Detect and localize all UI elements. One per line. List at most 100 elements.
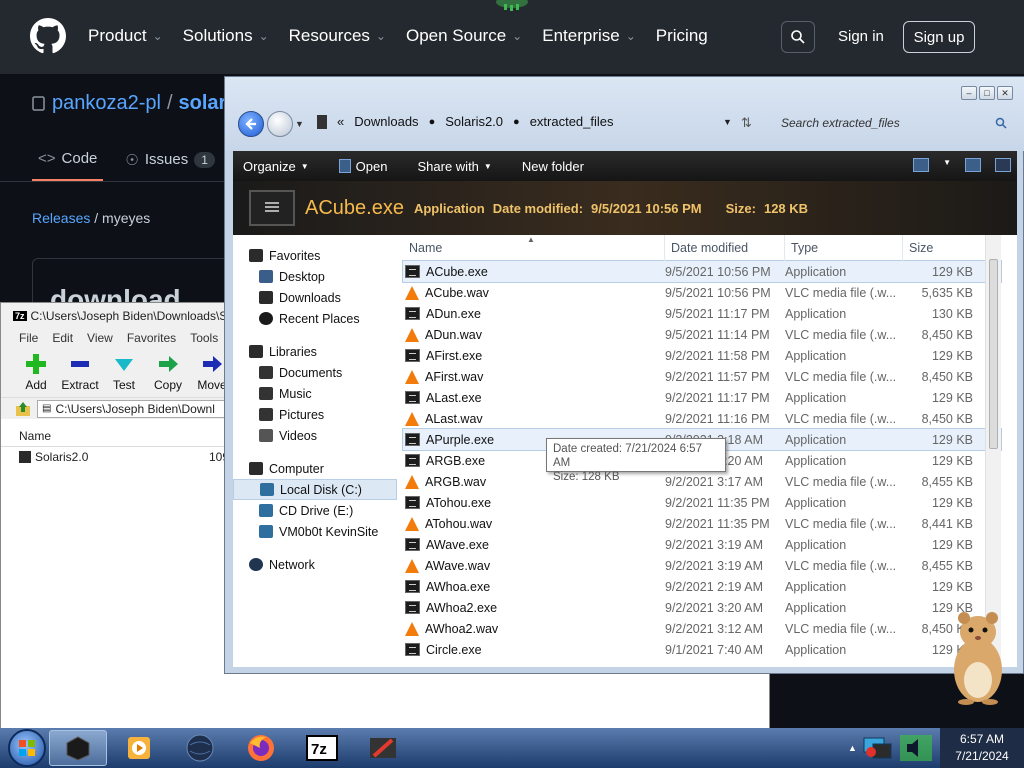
nav-network[interactable]: Network <box>233 554 397 575</box>
nav-recent-places[interactable]: Recent Places <box>233 308 397 329</box>
vlc-file-icon <box>405 411 419 426</box>
nav-libraries[interactable]: Libraries <box>233 341 397 362</box>
up-folder-icon[interactable] <box>15 401 31 417</box>
sign-in-link[interactable]: Sign in <box>838 28 884 45</box>
table-row[interactable]: ADun.wav 9/5/2021 11:14 PM VLC media file … <box>403 324 1001 345</box>
repo-owner-link[interactable]: pankoza2-pl <box>52 92 161 115</box>
close-button[interactable]: ✕ <box>997 86 1013 100</box>
table-row[interactable]: ATohou.wav 9/2/2021 11:35 PM VLC media fil… <box>403 513 1001 534</box>
refresh-icon[interactable]: ⇅ <box>741 115 752 131</box>
nav-local-disk[interactable]: Local Disk (C:) <box>233 479 397 500</box>
search-button[interactable] <box>781 21 815 53</box>
back-button[interactable] <box>238 111 264 137</box>
table-row[interactable]: AWave.exe 9/2/2021 3:19 AM Application 129 … <box>403 534 1001 555</box>
taskbar-globe-button[interactable] <box>171 730 229 766</box>
sevenzip-path-input[interactable]: ▤ C:\Users\Joseph Biden\Downl <box>37 399 237 418</box>
start-button[interactable] <box>8 729 46 767</box>
menu-favorites[interactable]: Favorites <box>127 331 176 345</box>
repo-name-link[interactable]: solar <box>179 92 227 115</box>
view-options-icon[interactable] <box>913 158 930 172</box>
table-row[interactable]: Circle.exe 9/1/2021 7:40 AM Application 129… <box>403 639 1001 660</box>
table-row[interactable]: ACube.wav 9/5/2021 10:56 PM VLC media file… <box>403 282 1001 303</box>
table-row[interactable]: AWhoa2.wav 9/2/2021 3:12 AM VLC media file… <box>403 618 1001 639</box>
chevron-down-icon[interactable]: ▼ <box>943 158 951 172</box>
nav-documents[interactable]: Documents <box>233 362 397 383</box>
nav-resources[interactable]: Resources ⌄ <box>289 26 386 46</box>
organize-button[interactable]: Organize ▼ <box>243 159 309 174</box>
tab-code[interactable]: <> Code <box>32 146 104 181</box>
copy-button[interactable]: Copy <box>149 353 187 392</box>
tab-issues[interactable]: ☉ Issues 1 <box>119 146 221 181</box>
taskbar-media-player-button[interactable] <box>110 730 168 766</box>
col-size[interactable]: Size <box>903 235 973 261</box>
taskbar-firefox-button[interactable] <box>232 730 290 766</box>
nav-music[interactable]: Music <box>233 383 397 404</box>
taskbar-explorer-button[interactable] <box>49 730 107 766</box>
volume-icon[interactable] <box>899 734 933 762</box>
table-row[interactable]: ALast.wav 9/2/2021 11:16 PM VLC media file… <box>403 408 1001 429</box>
releases-link[interactable]: Releases <box>32 210 90 226</box>
table-row[interactable]: ALast.exe 9/2/2021 11:17 PM Application 129… <box>403 387 1001 408</box>
menu-view[interactable]: View <box>87 331 113 345</box>
nav-desktop[interactable]: Desktop <box>233 266 397 287</box>
network-status-icon[interactable] <box>863 736 893 760</box>
nav-solutions[interactable]: Solutions ⌄ <box>183 26 269 46</box>
taskbar-7zip-button[interactable]: 7z <box>293 730 351 766</box>
address-dropdown-icon[interactable]: ▼ <box>723 117 732 127</box>
nav-computer[interactable]: Computer <box>233 458 397 479</box>
nav-product[interactable]: Product ⌄ <box>88 26 163 46</box>
cd-drive-icon <box>259 504 273 517</box>
table-row[interactable]: AFirst.wav 9/2/2021 11:57 PM VLC media fil… <box>403 366 1001 387</box>
breadcrumb-downloads[interactable]: Downloads <box>354 114 418 129</box>
nav-favorites[interactable]: Favorites <box>233 245 397 266</box>
scrollbar-thumb[interactable] <box>989 259 998 449</box>
minimize-button[interactable]: – <box>961 86 977 100</box>
table-row[interactable]: ATohou.exe 9/2/2021 11:35 PM Application 12… <box>403 492 1001 513</box>
system-clock[interactable]: 6:57 AM 7/21/2024 <box>940 728 1024 768</box>
forward-button[interactable] <box>267 111 293 137</box>
test-button[interactable]: Test <box>105 353 143 392</box>
add-button[interactable]: Add <box>17 353 55 392</box>
nav-pictures[interactable]: Pictures <box>233 404 397 425</box>
help-icon[interactable] <box>995 158 1011 172</box>
breadcrumb-solaris[interactable]: Solaris2.0 <box>445 114 503 129</box>
github-logo-icon[interactable] <box>30 18 66 54</box>
extract-button[interactable]: Extract <box>61 353 99 392</box>
menu-edit[interactable]: Edit <box>52 331 73 345</box>
taskbar-film-editor-button[interactable] <box>354 730 412 766</box>
menu-file[interactable]: File <box>19 331 38 345</box>
code-icon: <> <box>38 150 56 167</box>
table-row[interactable]: ACube.exe 9/5/2021 10:56 PM Application 129… <box>402 260 1002 283</box>
hamster-mascot-image[interactable] <box>944 606 1008 706</box>
table-row[interactable]: ADun.exe 9/5/2021 11:17 PM Application 130 … <box>403 303 1001 324</box>
address-breadcrumb[interactable]: « Downloads ● Solaris2.0 ● extracted_fil… <box>317 114 614 129</box>
table-row[interactable]: AWhoa2.exe 9/2/2021 3:20 AM Application 129… <box>403 597 1001 618</box>
recent-pages-dropdown[interactable]: ▼ <box>295 119 304 129</box>
nav-enterprise[interactable]: Enterprise ⌄ <box>542 26 636 46</box>
sevenzip-col-name[interactable]: Name <box>19 429 175 443</box>
nav-open-source[interactable]: Open Source ⌄ <box>406 26 522 46</box>
nav-videos[interactable]: Videos <box>233 425 397 446</box>
new-folder-button[interactable]: New folder <box>522 159 584 174</box>
share-with-button[interactable]: Share with ▼ <box>417 159 491 174</box>
table-row[interactable]: AWave.wav 9/2/2021 3:19 AM VLC media file … <box>403 555 1001 576</box>
table-row[interactable]: AWhoa.exe 9/2/2021 2:19 AM Application 129 … <box>403 576 1001 597</box>
col-date-modified[interactable]: Date modified <box>665 235 785 261</box>
preview-pane-icon[interactable] <box>965 158 981 172</box>
menu-tools[interactable]: Tools <box>190 331 218 345</box>
open-button[interactable]: Open <box>338 159 387 174</box>
nav-downloads[interactable]: Downloads <box>233 287 397 308</box>
nav-cd-drive[interactable]: CD Drive (E:) <box>233 500 397 521</box>
sign-up-button[interactable]: Sign up <box>903 21 975 53</box>
nav-pricing[interactable]: Pricing <box>656 26 708 46</box>
table-row[interactable]: AFirst.exe 9/2/2021 11:58 PM Application 12… <box>403 345 1001 366</box>
search-input[interactable]: Search extracted_files <box>775 112 1013 134</box>
show-hidden-icons-button[interactable]: ▲ <box>848 743 857 753</box>
nav-vm-share[interactable]: VM0b0t KevinSite <box>233 521 397 542</box>
vertical-scrollbar[interactable] <box>985 235 1001 667</box>
col-type[interactable]: Type <box>785 235 903 261</box>
breadcrumb-extracted-files[interactable]: extracted_files <box>530 114 614 129</box>
breadcrumb-overflow[interactable]: « <box>337 114 344 129</box>
maximize-button[interactable]: □ <box>979 86 995 100</box>
file-type: VLC media file (.w... <box>785 411 897 426</box>
